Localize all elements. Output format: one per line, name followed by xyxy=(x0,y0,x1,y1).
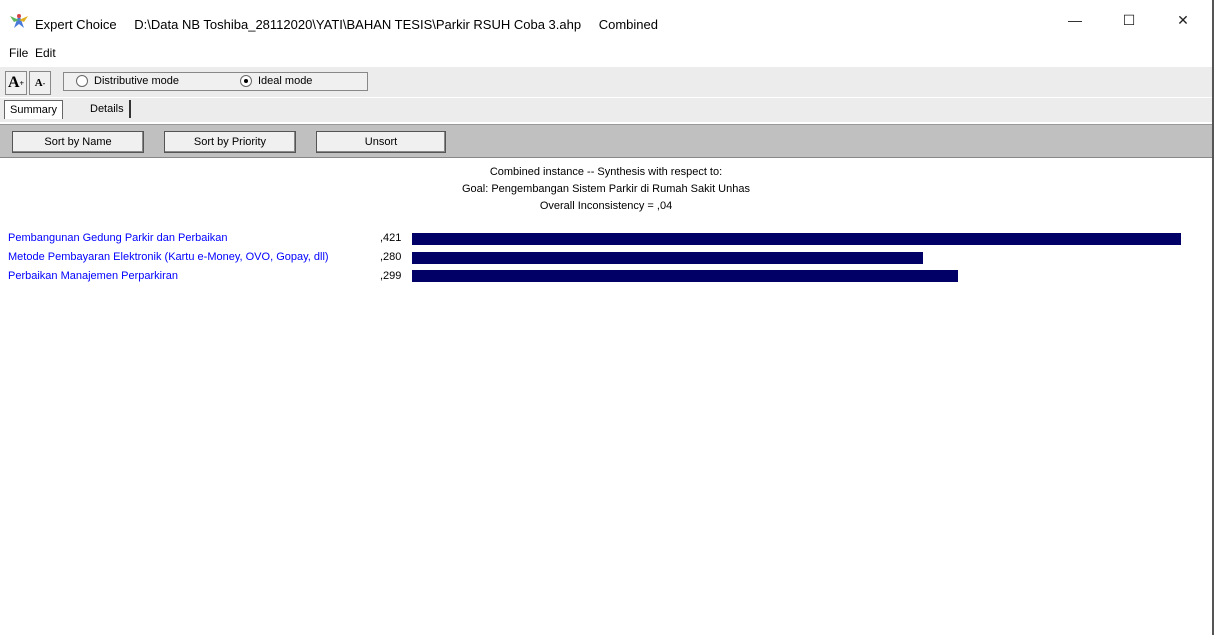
alternative-label: Perbaikan Manajemen Perparkiran xyxy=(8,270,178,282)
font-decrease-icon: A xyxy=(34,77,43,89)
expert-choice-logo-icon xyxy=(10,14,28,28)
toolbar: A + A- Distributive mode Ideal mode xyxy=(0,67,1212,97)
tab-summary[interactable]: Summary xyxy=(4,100,64,119)
menu-file[interactable]: File xyxy=(9,46,28,60)
tab-details[interactable]: Details xyxy=(85,100,131,118)
priority-bar xyxy=(412,270,958,282)
priority-value: ,280 xyxy=(380,251,402,263)
distributive-mode-label: Distributive mode xyxy=(94,75,179,87)
sort-bar: Sort by Name Sort by Priority Unsort xyxy=(0,124,1212,158)
app-name: Expert Choice xyxy=(35,17,117,32)
alternative-label: Metode Pembayaran Elektronik (Kartu e-Mo… xyxy=(8,251,329,263)
mode-label: Combined xyxy=(598,17,658,32)
window-edge xyxy=(1212,0,1214,635)
priority-value: ,421 xyxy=(380,232,402,244)
overall-inconsistency: Overall Inconsistency = ,04 xyxy=(539,200,673,212)
distributive-mode-radio[interactable]: Distributive mode xyxy=(76,75,179,87)
alternative-label: Pembangunan Gedung Parkir dan Perbaikan xyxy=(8,232,228,244)
close-icon[interactable]: ✕ xyxy=(1160,0,1206,40)
synthesis-goal: Goal: Pengembangan Sistem Parkir di Ruma… xyxy=(462,183,750,195)
radio-unchecked-icon xyxy=(76,75,88,87)
tab-strip: Summary Details xyxy=(0,98,1212,122)
ideal-mode-label: Ideal mode xyxy=(258,75,313,87)
font-decrease-button[interactable]: A- xyxy=(29,71,51,95)
minimize-icon[interactable]: — xyxy=(1052,0,1098,40)
priority-bar xyxy=(412,233,1181,245)
sort-by-priority-button[interactable]: Sort by Priority xyxy=(164,131,296,153)
menu-edit[interactable]: Edit xyxy=(35,46,56,60)
file-path: D:\Data NB Toshiba_28112020\YATI\BAHAN T… xyxy=(134,17,582,32)
mode-radio-group: Distributive mode Ideal mode xyxy=(63,72,368,91)
priority-bar xyxy=(412,252,923,264)
radio-checked-icon xyxy=(240,75,252,87)
font-increase-icon: A xyxy=(7,74,20,91)
ideal-mode-radio[interactable]: Ideal mode xyxy=(240,75,312,87)
sort-by-name-button[interactable]: Sort by Name xyxy=(12,131,144,153)
priority-value: ,299 xyxy=(380,270,402,282)
synthesis-header: Combined instance -- Synthesis with resp… xyxy=(0,164,1212,215)
maximize-icon[interactable]: ☐ xyxy=(1106,0,1152,40)
title-bar: Expert Choice D:\Data NB Toshiba_2811202… xyxy=(0,0,1216,40)
synthesis-title: Combined instance -- Synthesis with resp… xyxy=(489,166,723,178)
window-title: Expert Choice D:\Data NB Toshiba_2811202… xyxy=(35,17,672,32)
unsort-button[interactable]: Unsort xyxy=(316,131,446,153)
font-increase-button[interactable]: A + xyxy=(5,71,27,95)
